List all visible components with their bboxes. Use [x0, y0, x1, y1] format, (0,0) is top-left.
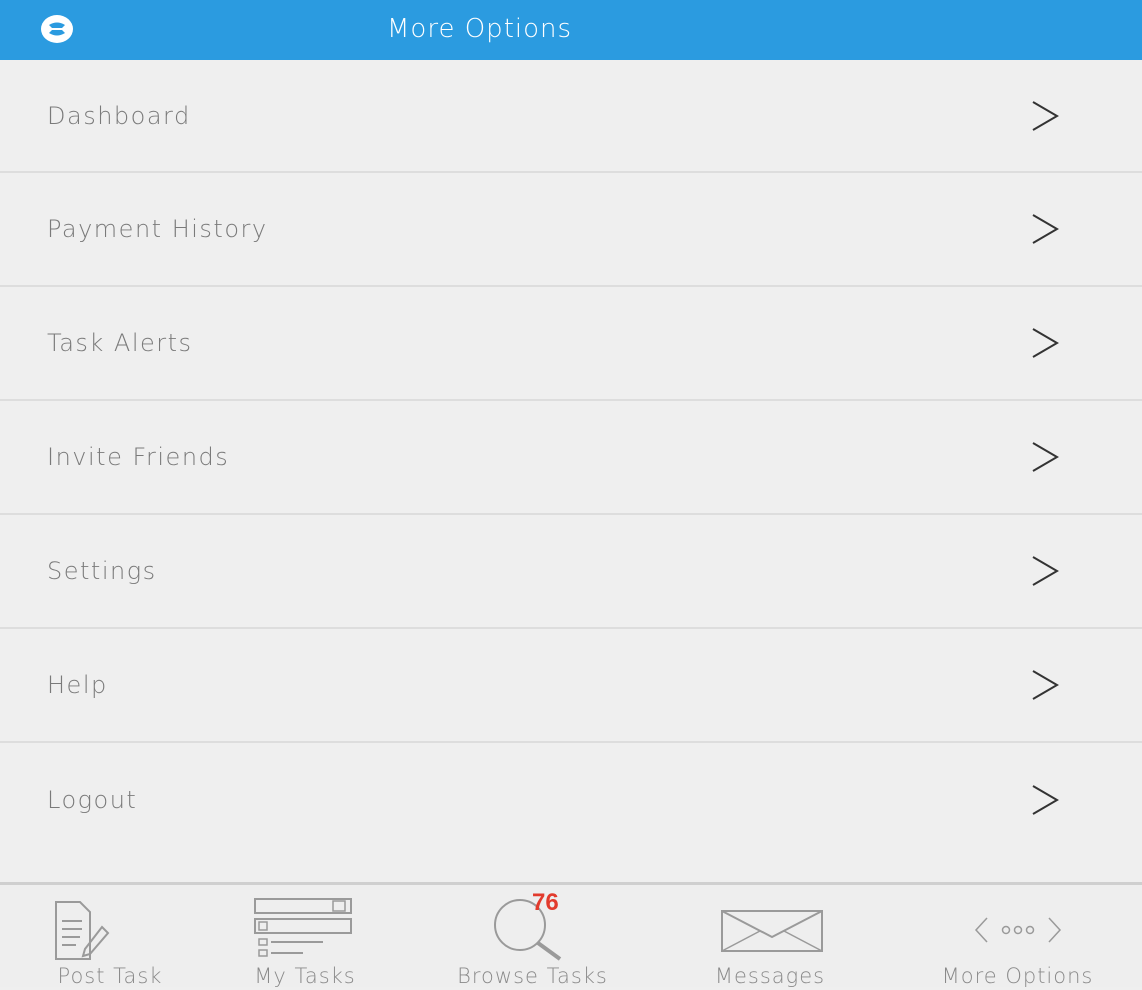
bottom-tab-bar: Post Task My Tasks 76 Browse Tasks Messa…: [0, 882, 1142, 990]
menu-item-label: Payment History: [47, 215, 268, 243]
more-options-icon: [974, 917, 1062, 943]
post-task-icon: [55, 901, 110, 960]
menu-item-dashboard[interactable]: Dashboard: [0, 60, 1142, 173]
menu-item-help[interactable]: Help: [0, 629, 1142, 743]
chevron-right-icon: [1032, 214, 1059, 244]
page-title: More Options: [387, 14, 573, 44]
chevron-right-icon: [1032, 785, 1059, 815]
tab-label: My Tasks: [254, 964, 356, 988]
browse-tasks-badge: 76: [532, 889, 559, 916]
tab-label: Post Task: [57, 964, 163, 988]
chevron-right-icon: [1032, 556, 1059, 586]
menu-item-invite-friends[interactable]: Invite Friends: [0, 401, 1142, 515]
envelope-icon: [721, 910, 823, 952]
menu-item-label: Settings: [47, 557, 157, 585]
options-menu: Dashboard Payment History Task Alerts In…: [0, 60, 1142, 881]
tab-my-tasks[interactable]: My Tasks: [215, 885, 395, 990]
menu-item-label: Logout: [47, 786, 138, 814]
menu-item-label: Dashboard: [47, 101, 191, 130]
chevron-right-icon: [1032, 100, 1059, 131]
tab-label: More Options: [941, 964, 1094, 988]
menu-item-label: Task Alerts: [47, 329, 193, 357]
menu-item-task-alerts[interactable]: Task Alerts: [0, 287, 1142, 401]
chevron-right-icon: [1032, 328, 1059, 358]
tab-label: Messages: [714, 964, 826, 988]
menu-item-label: Invite Friends: [47, 443, 230, 471]
chevron-right-icon: [1032, 442, 1059, 472]
app-header: More Options: [0, 0, 1142, 60]
tab-browse-tasks[interactable]: 76 Browse Tasks: [415, 885, 650, 990]
app-logo-icon[interactable]: [40, 14, 74, 44]
menu-item-label: Help: [47, 671, 108, 699]
menu-item-logout[interactable]: Logout: [0, 743, 1142, 881]
chevron-right-icon: [1032, 670, 1059, 700]
my-tasks-icon: [254, 898, 352, 957]
menu-item-payment-history[interactable]: Payment History: [0, 173, 1142, 287]
tab-post-task[interactable]: Post Task: [20, 885, 200, 990]
tab-more-options[interactable]: More Options: [895, 885, 1140, 990]
tab-label: Browse Tasks: [457, 964, 608, 988]
menu-item-settings[interactable]: Settings: [0, 515, 1142, 629]
tab-messages[interactable]: Messages: [680, 885, 860, 990]
